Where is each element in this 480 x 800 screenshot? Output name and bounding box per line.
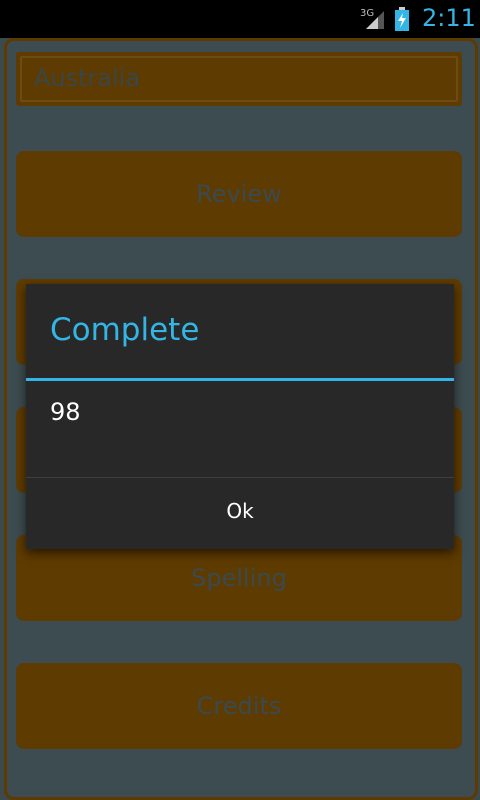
dialog-title: Complete	[50, 312, 200, 348]
complete-dialog: Complete 98 Ok	[26, 284, 454, 549]
status-bar: 3G 2:11	[0, 0, 480, 38]
signal-icon	[366, 11, 384, 29]
battery-charging-icon	[395, 7, 409, 31]
ok-button[interactable]: Ok	[26, 478, 454, 549]
dialog-message: 98	[50, 398, 81, 426]
clock: 2:11	[422, 4, 476, 32]
dialog-title-divider	[26, 378, 454, 381]
